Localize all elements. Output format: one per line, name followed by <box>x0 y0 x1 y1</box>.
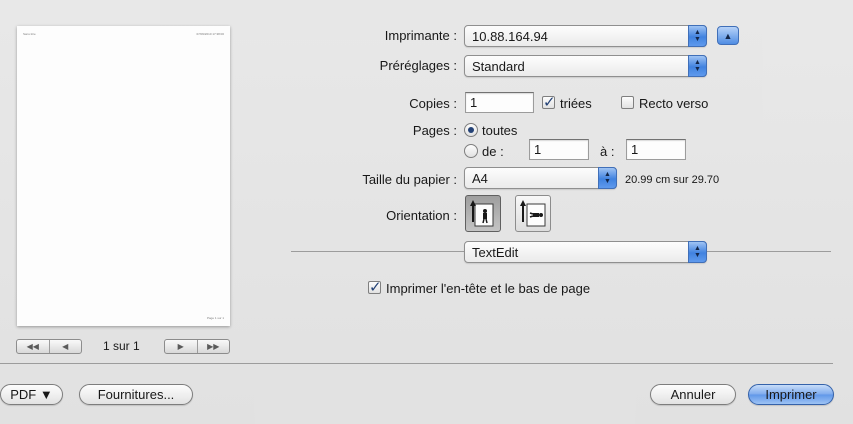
copies-field[interactable]: 1 <box>465 92 534 113</box>
duplex-checkbox[interactable] <box>621 96 634 109</box>
pager-forward-group: ▶ ▶▶ <box>164 339 230 354</box>
right-arrow-icon[interactable]: ▶ <box>165 340 197 353</box>
printer-popup[interactable]: 10.88.164.94 ▲ ▼ <box>464 25 707 47</box>
copies-label: Copies : <box>409 96 457 111</box>
popup-arrows-icon: ▲ ▼ <box>688 241 707 263</box>
preview-header-left: Sans titre <box>23 32 36 36</box>
pdf-menu-button[interactable]: PDF ▼ <box>0 384 63 405</box>
supplies-button[interactable]: Fournitures... <box>79 384 193 405</box>
pages-range-radio[interactable] <box>464 144 478 158</box>
orientation-landscape-button[interactable] <box>515 195 551 232</box>
page-indicator: 1 sur 1 <box>103 339 140 353</box>
orientation-portrait-button[interactable] <box>465 195 501 232</box>
popup-arrows-icon: ▲ ▼ <box>598 167 617 189</box>
pager-back-group: ◀◀ ◀ <box>16 339 82 354</box>
pages-to-field[interactable]: 1 <box>626 139 686 160</box>
app-options-value: TextEdit <box>472 245 519 260</box>
section-separator-right <box>707 251 831 252</box>
portrait-icon <box>470 200 494 227</box>
paper-size-value: A4 <box>472 171 488 186</box>
section-separator-left <box>291 251 464 252</box>
double-right-arrow-icon[interactable]: ▶▶ <box>196 340 230 353</box>
header-footer-checkbox[interactable] <box>368 278 382 296</box>
presets-label: Préréglages : <box>379 58 457 73</box>
pages-all-label: toutes <box>482 123 518 138</box>
double-left-arrow-icon[interactable]: ◀◀ <box>17 340 49 353</box>
collated-checkbox[interactable] <box>542 93 556 111</box>
paper-size-popup[interactable]: A4 ▲ ▼ <box>464 167 617 189</box>
print-button[interactable]: Imprimer <box>748 384 834 405</box>
landscape-icon <box>520 200 546 227</box>
disclosure-triangle-icon[interactable]: ▲ <box>717 26 739 45</box>
paper-size-label: Taille du papier : <box>362 172 457 187</box>
presets-value: Standard <box>472 59 525 74</box>
preview-footer-right: Page 1 sur 1 <box>206 316 224 320</box>
pages-from-label: de : <box>482 144 504 159</box>
pages-from-field[interactable]: 1 <box>529 139 589 160</box>
left-arrow-icon[interactable]: ◀ <box>48 340 82 353</box>
paper-dimensions: 20.99 cm sur 29.70 <box>625 174 720 186</box>
collated-label: triées <box>560 96 592 111</box>
presets-popup[interactable]: Standard ▲ ▼ <box>464 55 707 77</box>
pages-label: Pages : <box>412 123 457 138</box>
pages-all-radio[interactable] <box>464 123 478 137</box>
print-dialog: Sans titre 07/09/2010 17:38:00 Page 1 su… <box>0 0 853 424</box>
app-options-popup[interactable]: TextEdit ▲ ▼ <box>464 241 707 263</box>
printer-value: 10.88.164.94 <box>472 29 548 44</box>
header-footer-label: Imprimer l'en-tête et le bas de page <box>386 281 591 296</box>
popup-arrows-icon: ▲ ▼ <box>688 55 707 77</box>
duplex-label: Recto verso <box>639 96 709 111</box>
cancel-button[interactable]: Annuler <box>650 384 736 405</box>
page-preview: Sans titre 07/09/2010 17:38:00 Page 1 su… <box>17 26 230 326</box>
footer-separator <box>0 363 833 364</box>
pages-to-label: à : <box>600 144 615 159</box>
popup-arrows-icon: ▲ ▼ <box>688 25 707 47</box>
preview-header-right: 07/09/2010 17:38:00 <box>196 32 224 36</box>
orientation-label: Orientation : <box>386 208 457 223</box>
printer-label: Imprimante : <box>384 28 457 43</box>
